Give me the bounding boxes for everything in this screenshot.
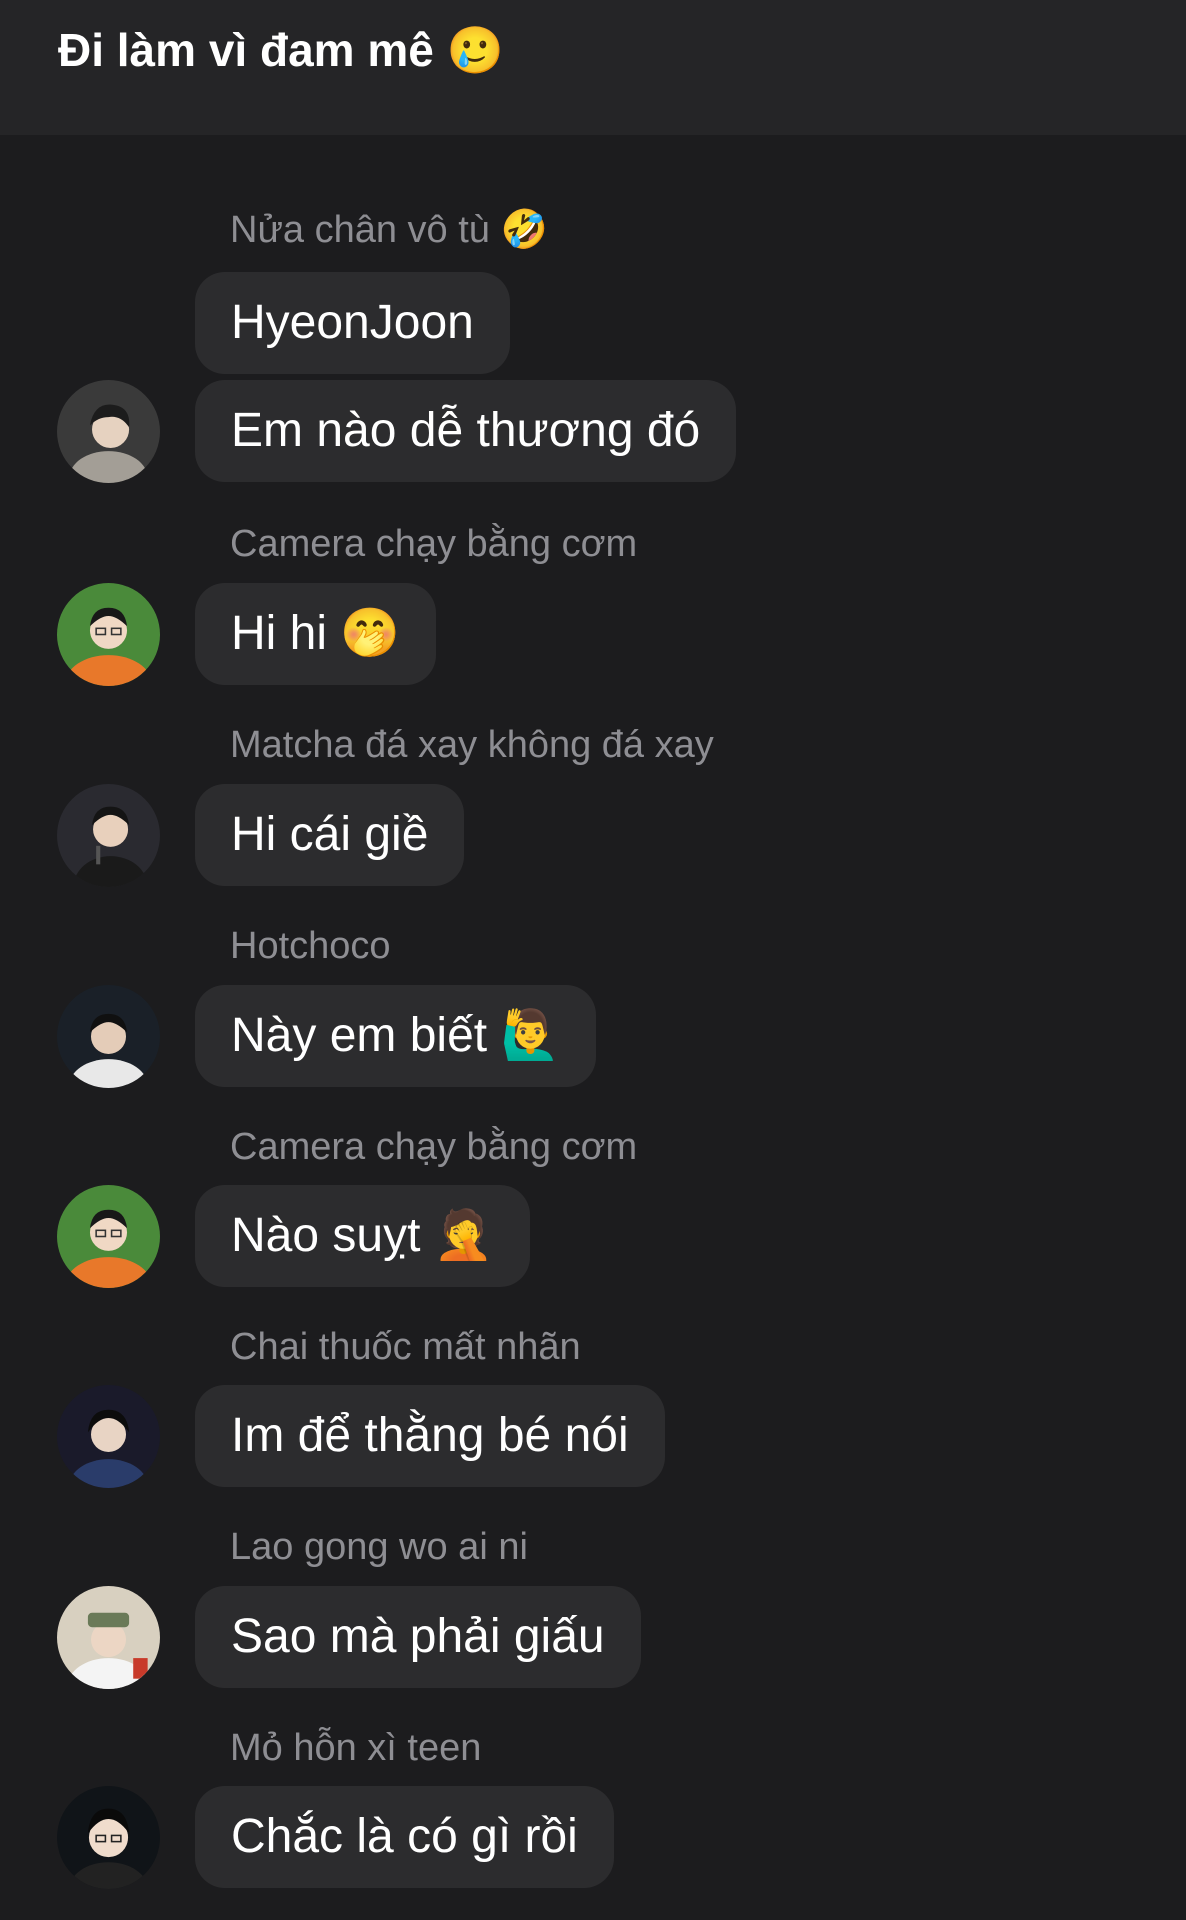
sender-name: Camera chạy bằng cơm (230, 1126, 638, 1168)
avatar-photo (57, 1185, 160, 1288)
avatar-photo (57, 380, 160, 483)
avatar[interactable] (57, 1385, 160, 1488)
sender-name: Chai thuốc mất nhãn (230, 1326, 581, 1368)
avatar[interactable] (57, 1185, 160, 1288)
sender-name: Nửa chân vô tù 🤣 (230, 209, 548, 251)
message-bubble[interactable]: Sao mà phải giấu (195, 1586, 641, 1688)
message-bubble[interactable]: Em nào dễ thương đó (195, 380, 737, 482)
message-bubble[interactable]: Im để thằng bé nói (195, 1385, 665, 1487)
avatar[interactable] (57, 1786, 160, 1889)
chat-title[interactable]: Đi làm vì đam mê 🥲 (58, 22, 504, 78)
avatar[interactable] (57, 1586, 160, 1689)
chat-header: Đi làm vì đam mê 🥲 (0, 0, 1186, 135)
message-bubble[interactable]: Này em biết 🙋‍♂️ (195, 985, 597, 1087)
avatar[interactable] (57, 985, 160, 1088)
message-list[interactable]: Nửa chân vô tù 🤣 HyeonJoon Em nào dễ thư… (0, 135, 1186, 1920)
message-bubble[interactable]: HyeonJoon (195, 272, 510, 374)
sender-name: Mỏ hỗn xì teen (230, 1727, 482, 1769)
sender-name: Lao gong wo ai ni (230, 1526, 528, 1568)
avatar[interactable] (57, 583, 160, 686)
avatar-photo (57, 784, 160, 887)
avatar-photo (57, 985, 160, 1088)
message-bubble[interactable]: Chắc là có gì rồi (195, 1786, 614, 1888)
sender-name: Matcha đá xay không đá xay (230, 724, 714, 766)
message-bubble[interactable]: Hi cái giề (195, 784, 465, 886)
avatar[interactable] (57, 784, 160, 887)
avatar-photo (57, 1385, 160, 1488)
sender-name: Camera chạy bằng cơm (230, 523, 638, 565)
avatar-photo (57, 583, 160, 686)
message-bubble[interactable]: Hi hi 🤭 (195, 583, 437, 685)
sender-name: Hotchoco (230, 925, 391, 967)
avatar[interactable] (57, 380, 160, 483)
avatar-photo (57, 1586, 160, 1689)
avatar-photo (57, 1786, 160, 1889)
message-bubble[interactable]: Nào suỵt 🤦 (195, 1185, 530, 1287)
